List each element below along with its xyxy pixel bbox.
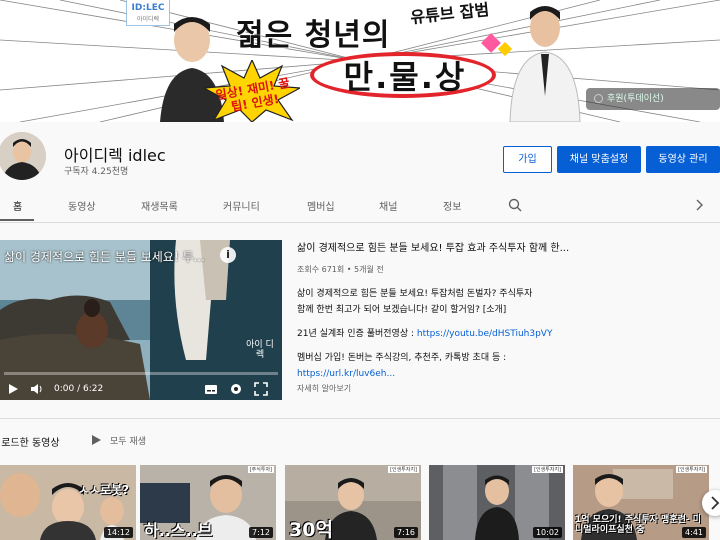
subscriber-count: 구독자 4.25천명 <box>64 167 129 177</box>
info-icon[interactable]: i <box>220 247 236 263</box>
video-duration: 10:02 <box>532 527 562 538</box>
description-line: 멤버십 가입! 돈버는 주식강의, 추천주, 카톡방 초대 등 : <box>297 353 507 363</box>
settings-gear-icon[interactable] <box>229 382 243 396</box>
video-thumbnail[interactable]: [인생투자지] 1억 모으기! 주식투자 맹훈련- 미니멀라이프실천 중 4:4… <box>573 465 709 540</box>
channel-tabs: 홈 동영상 재생목록 커뮤니티 멤버십 채널 정보 <box>0 198 720 221</box>
uploads-row: ㅅㅅ로봇? 14:12 [주식투자] 하..스..브 7:12 [인생투자지] … <box>0 465 720 540</box>
sponsor-label: 후원(투데이선) <box>607 94 664 104</box>
video-thumbnail[interactable]: [주식투자] 하..스..브 7:12 <box>140 465 276 540</box>
description-line: 삶이 경제적으로 힘든 분들 보세요! 투잡처럼 돈벌자? 주식투자 <box>297 289 533 299</box>
tab-channels[interactable]: 채널 <box>379 198 397 213</box>
thumbnail-tag: [인생투자지] <box>388 466 419 473</box>
manage-videos-button[interactable]: 동영상 관리 <box>646 146 720 173</box>
tab-about[interactable]: 정보 <box>443 198 461 213</box>
chevron-right-icon[interactable] <box>692 198 706 212</box>
tab-playlists[interactable]: 재생목록 <box>141 198 178 213</box>
progress-bar[interactable] <box>4 372 278 375</box>
banner-person-right <box>509 6 581 122</box>
fullscreen-icon[interactable] <box>254 382 268 396</box>
banner-main-text: 만.물.상 <box>343 58 467 96</box>
next-videos-button[interactable] <box>702 490 720 516</box>
avatar[interactable] <box>0 132 46 180</box>
section-divider <box>0 418 720 419</box>
thumbnail-tag: [주식투자] <box>247 466 274 473</box>
sponsor-overlay[interactable]: 후원(투데이선) <box>586 88 720 110</box>
featured-video-description: 삶이 경제적으로 힘든 분들 보세요! 투잡처럼 돈벌자? 주식투자 함께 한번… <box>297 286 577 382</box>
customize-channel-button[interactable]: 채널 맞춤설정 <box>557 146 641 173</box>
description-link[interactable]: https://url.kr/luv6eh... <box>297 366 577 382</box>
description-text: 21년 실계좌 인증 풀버전영상 : <box>297 329 417 339</box>
tab-membership[interactable]: 멤버십 <box>307 198 335 213</box>
thumbnail-caption: 하..스..브 <box>144 521 213 540</box>
play-all-icon[interactable] <box>90 434 102 446</box>
active-tab-indicator <box>0 219 34 221</box>
banner-title: 젊은 청년의 <box>236 18 391 53</box>
tab-home[interactable]: 홈 <box>13 198 22 213</box>
video-duration: 14:12 <box>103 527 133 538</box>
video-duration: 7:16 <box>394 527 418 538</box>
description-line: 함께 한번 최고가 되어 보겠습니다! 같이 할거임? [소개] <box>297 305 507 315</box>
thumbnail-caption: 30억 <box>289 519 333 540</box>
read-more-link[interactable]: 자세히 알아보기 <box>297 383 351 394</box>
chevron-right-icon <box>711 496 720 510</box>
video-watermark: 아이 디렉 <box>246 340 274 360</box>
featured-video-player[interactable]: 삶이 경제적으로 힘든 분들 보세요! 투... i <box>0 240 282 400</box>
featured-video-title[interactable]: 삶이 경제적으로 힘든 분들 보세요! 투잡 효과 주식투자 함께 한... <box>297 239 582 254</box>
search-icon[interactable] <box>508 198 522 212</box>
sponsor-icon <box>594 94 603 103</box>
tabs-divider <box>0 222 720 223</box>
play-icon[interactable] <box>6 382 20 396</box>
volume-icon[interactable] <box>30 382 44 396</box>
play-all-button[interactable]: 모두 재생 <box>110 434 146 447</box>
uploads-section-title[interactable]: 업로드한 동영상 <box>0 434 60 449</box>
join-button[interactable]: 가입 <box>503 146 552 173</box>
description-link[interactable]: https://youtu.be/dHSTiuh3pVY <box>417 329 553 339</box>
tab-community[interactable]: 커뮤니티 <box>223 198 260 213</box>
thumbnail-tag: [인생투자지] <box>532 466 563 473</box>
tab-videos[interactable]: 동영상 <box>68 198 96 213</box>
time-display: 0:00 / 6:22 <box>54 384 104 394</box>
description-line: 21년 실계좌 인증 풀버전영상 : https://youtu.be/dHST… <box>297 326 577 342</box>
channel-header: 아이디렉 idlec 구독자 4.25천명 가입 채널 맞춤설정 동영상 관리 <box>0 122 720 198</box>
player-controls: 0:00 / 6:22 <box>0 378 282 400</box>
youtube-channel-page: ID:LEC 아이디렉 일상! 재미! 꿀팁! 인생! 젊은 청년의 유튜브 잡… <box>0 0 720 540</box>
featured-video-meta: 조회수 671회 • 5개월 전 <box>297 265 384 274</box>
channel-banner: ID:LEC 아이디렉 일상! 재미! 꿀팁! 인생! 젊은 청년의 유튜브 잡… <box>0 0 720 122</box>
avatar-image <box>0 132 46 180</box>
thumbnail-caption: ㅅㅅ로봇? <box>78 483 130 497</box>
video-duration: 7:12 <box>249 527 273 538</box>
video-thumbnail[interactable]: [인생투자지] 10:02 <box>429 465 565 540</box>
video-thumbnail[interactable]: ㅅㅅ로봇? 14:12 <box>0 465 136 540</box>
thumbnail-tag: [인생투자지] <box>676 466 707 473</box>
subtitles-icon[interactable] <box>204 382 218 396</box>
player-title[interactable]: 삶이 경제적으로 힘든 분들 보세요! 투... <box>4 248 214 265</box>
video-thumbnail[interactable]: [인생투자지] 30억 7:16 <box>285 465 421 540</box>
video-duration: 4:41 <box>682 527 706 538</box>
channel-name: 아이디렉 idlec <box>64 146 166 165</box>
